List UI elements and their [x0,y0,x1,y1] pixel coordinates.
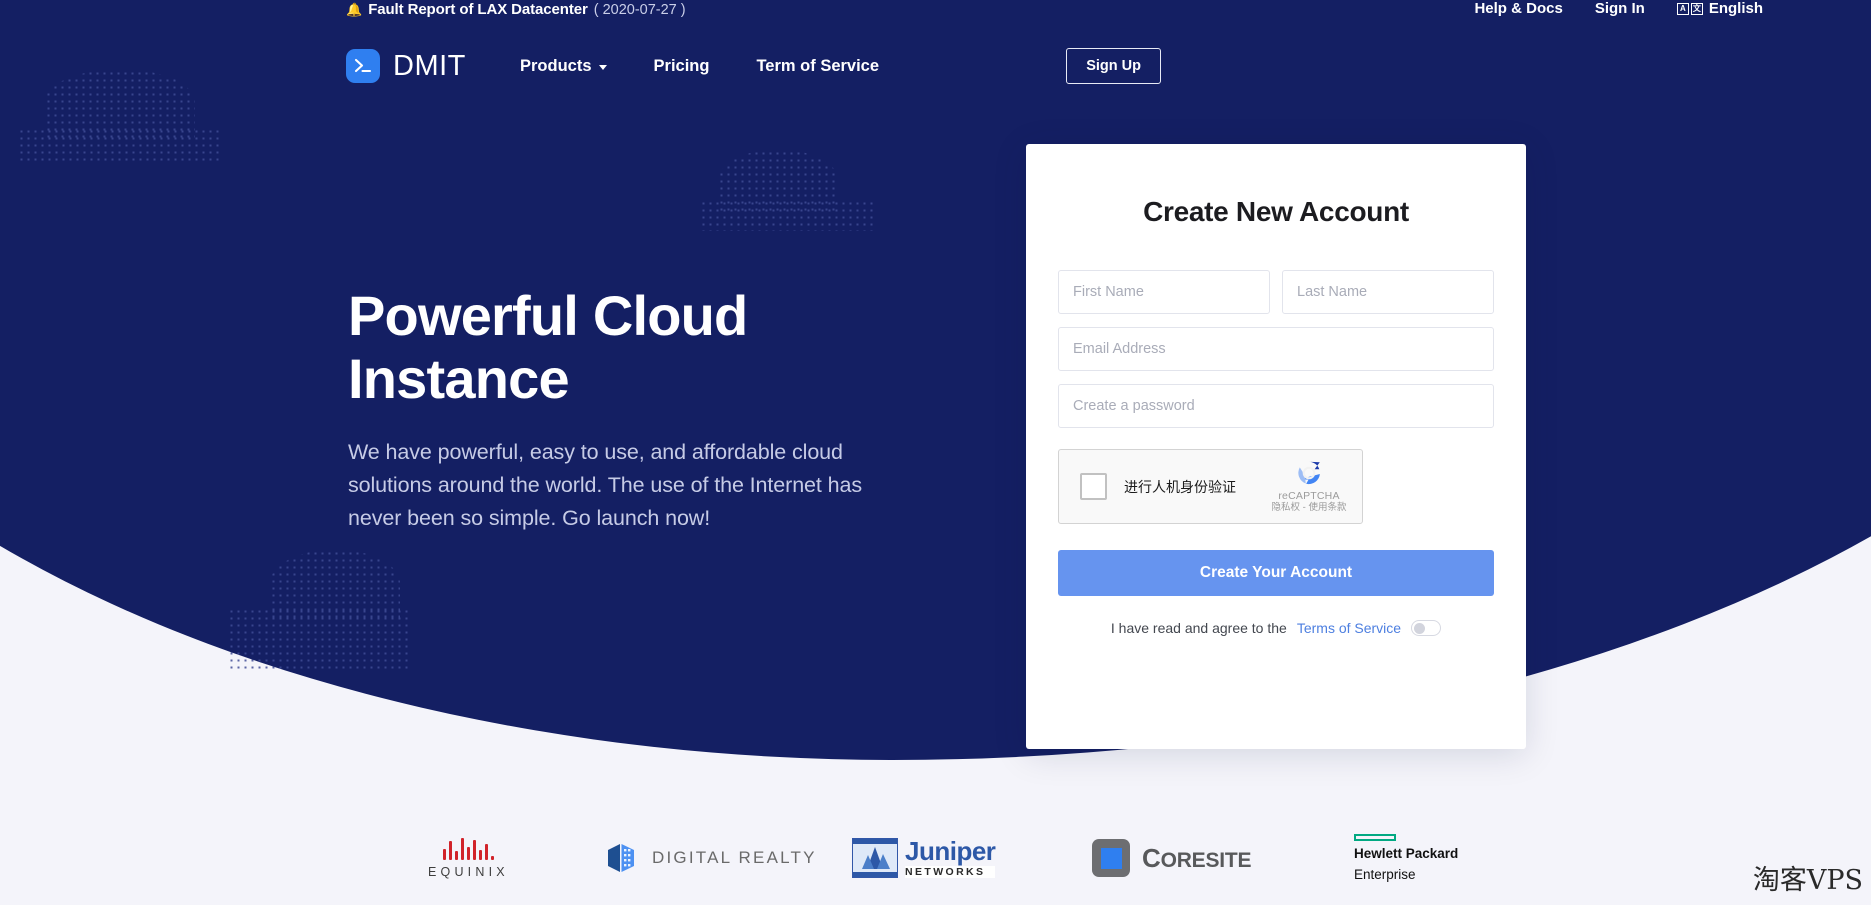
terms-text: I have read and agree to the [1111,620,1287,636]
equinix-logo-icon [443,837,495,860]
nav-item-products[interactable]: Products [520,57,607,76]
last-name-input[interactable] [1282,270,1494,314]
terms-agreement-row: I have read and agree to the Terms of Se… [1058,620,1494,636]
terms-of-service-link[interactable]: Terms of Service [1297,620,1401,636]
first-name-input[interactable] [1058,270,1270,314]
digital-realty-logo-icon [605,841,639,875]
toggle-knob [1414,623,1425,634]
partner-logo-digital-realty: DIGITAL REALTY [605,841,817,875]
decorative-dot-cluster-top-base [700,200,875,231]
signup-card: Create New Account 进行人机身份验证 reCAPTCH [1026,144,1526,749]
chevron-down-icon [599,65,607,70]
top-right-menu: Help & Docs Sign In A 文 English [1474,0,1763,17]
hpe-logo-icon [1354,834,1396,841]
hero-subtitle: We have powerful, easy to use, and affor… [348,436,868,534]
announcement-link[interactable]: 🔔 Fault Report of LAX Datacenter ( 2020-… [346,1,686,18]
coresite-logo-icon [1092,839,1130,877]
page-title: Powerful Cloud Instance [348,285,868,410]
terminal-prompt-icon [346,49,380,83]
nav-item-term-of-service[interactable]: Term of Service [756,57,879,76]
recaptcha-widget[interactable]: 进行人机身份验证 reCAPTCHA 隐私权 - 使用条款 [1058,449,1363,524]
hpe-wordmark-sub: Enterprise [1354,867,1416,883]
recaptcha-icon [1265,458,1353,488]
language-selector[interactable]: A 文 English [1677,0,1763,17]
create-account-button[interactable]: Create Your Account [1058,550,1494,596]
brand-logo[interactable]: DMIT [346,49,466,83]
juniper-networks-logo-icon [852,838,898,878]
terms-agree-toggle[interactable] [1411,620,1441,636]
sign-in-link[interactable]: Sign In [1595,0,1645,17]
recaptcha-brand-name: reCAPTCHA [1265,491,1353,502]
recaptcha-legal-links[interactable]: 隐私权 - 使用条款 [1265,503,1353,513]
main-navbar: DMIT Products Pricing Term of Service Si… [0,38,1871,94]
announcement-bar: 🔔 Fault Report of LAX Datacenter ( 2020-… [0,0,1871,28]
digital-realty-wordmark: DIGITAL REALTY [652,848,817,868]
coresite-wordmark: CORESITE [1142,843,1251,874]
bell-icon: 🔔 [346,2,362,18]
partner-logos: EQUINIX DIGITAL REALTY [0,823,1871,893]
partner-logo-juniper: Juniper NETWORKS [852,838,995,878]
watermark: 淘客VPS [1753,858,1863,897]
hero-background [0,0,1871,905]
sign-up-button[interactable]: Sign Up [1066,48,1161,84]
signup-card-title: Create New Account [1058,196,1494,228]
recaptcha-branding: reCAPTCHA 隐私权 - 使用条款 [1265,458,1353,513]
language-label: English [1709,0,1763,17]
partner-logo-hpe: Hewlett Packard Enterprise [1354,834,1458,882]
decorative-dot-cluster-bottom-base [228,608,408,670]
recaptcha-checkbox[interactable] [1080,473,1107,500]
password-input[interactable] [1058,384,1494,428]
equinix-wordmark: EQUINIX [428,865,509,879]
announcement-date: ( 2020-07-27 ) [594,2,686,18]
announcement-title: Fault Report of LAX Datacenter [368,1,588,18]
signup-form: 进行人机身份验证 reCAPTCHA 隐私权 - 使用条款 Create You… [1058,270,1494,636]
decorative-dot-cluster-left-base [18,128,223,163]
hero-section: Powerful Cloud Instance We have powerful… [348,285,868,534]
name-row [1058,270,1494,327]
nav-links: Products Pricing Term of Service [520,57,879,76]
juniper-wordmark: Juniper NETWORKS [905,838,995,878]
partner-logo-coresite: CORESITE [1092,839,1251,877]
nav-item-pricing[interactable]: Pricing [654,57,710,76]
hpe-wordmark: Hewlett Packard [1354,846,1458,862]
partner-logo-equinix: EQUINIX [428,837,509,879]
translate-icon: A 文 [1677,3,1703,15]
brand-name: DMIT [393,50,466,83]
recaptcha-label: 进行人机身份验证 [1124,477,1236,497]
email-input[interactable] [1058,327,1494,371]
help-and-docs-link[interactable]: Help & Docs [1474,0,1562,17]
